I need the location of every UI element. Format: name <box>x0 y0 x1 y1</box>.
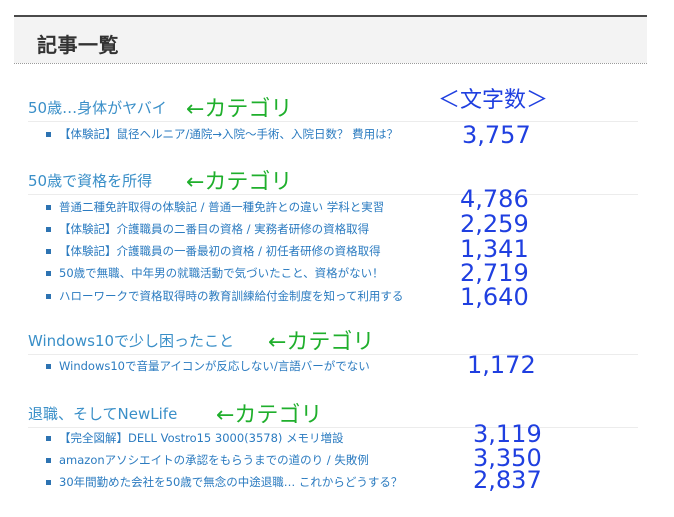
article-link[interactable]: 30年間勤めた会社を50歳で無念の中途退職… これからどうする？ <box>59 474 402 490</box>
bullet-icon <box>46 227 51 232</box>
category-section: 50歳…身体がヤバイ ←カテゴリ <box>28 97 638 122</box>
article-link[interactable]: 50歳で無職、中年男の就職活動で気づいたこと、資格がない！ <box>59 265 384 281</box>
article-link[interactable]: Windows10で音量アイコンが反応しない/言語バーがでない <box>59 358 370 374</box>
bullet-icon <box>46 205 51 210</box>
category-link[interactable]: 50歳で資格を所得 <box>28 170 152 191</box>
character-count: 2,837 <box>473 466 542 494</box>
article-link[interactable]: 【体験記】介護職員の二番目の資格 / 実務者研修の資格取得 <box>59 221 369 237</box>
category-annotation: ←カテゴリ <box>186 97 293 122</box>
category-annotation: ←カテゴリ <box>186 170 293 195</box>
category-divider <box>28 121 638 122</box>
bullet-icon <box>46 480 51 485</box>
character-count: 3,757 <box>462 121 531 149</box>
category-link[interactable]: Windows10で少し困ったこと <box>28 330 234 351</box>
category-divider <box>28 354 638 355</box>
category-divider <box>28 427 638 428</box>
category-annotation: ←カテゴリ <box>268 330 375 355</box>
article-link[interactable]: 【体験記】鼠径ヘルニア/通院→入院～手術、入院日数？ 費用は？ <box>59 126 398 142</box>
character-count: 2,259 <box>460 210 529 238</box>
article-link[interactable]: ハローワークで資格取得時の教育訓練給付金制度を知って利用する <box>59 288 403 304</box>
bullet-icon <box>46 436 51 441</box>
archive-header: 記事一覧 <box>14 15 647 63</box>
category-section: 50歳で資格を所得 ←カテゴリ <box>28 170 638 195</box>
bullet-icon <box>46 294 51 299</box>
bullet-icon <box>46 271 51 276</box>
category-divider <box>28 194 638 195</box>
character-count: 1,640 <box>460 283 529 311</box>
bullet-icon <box>46 458 51 463</box>
bullet-icon <box>46 132 51 137</box>
bullet-icon <box>46 364 51 369</box>
header-divider <box>14 63 647 64</box>
category-section: Windows10で少し困ったこと ←カテゴリ <box>28 330 638 355</box>
character-count: 4,786 <box>460 185 529 213</box>
bullet-icon <box>46 249 51 254</box>
category-link[interactable]: 50歳…身体がヤバイ <box>28 97 167 118</box>
page-title: 記事一覧 <box>37 33 119 57</box>
article-link[interactable]: amazonアソシエイトの承認をもらうまでの道のり / 失敗例 <box>59 452 369 468</box>
article-link[interactable]: 【完全図解】DELL Vostro15 3000(3578) メモリ増設 <box>59 430 344 446</box>
article-link[interactable]: 普通二種免許取得の体験記 / 普通一種免許との違い 学科と実習 <box>59 199 384 215</box>
category-section: 退職、そしてNewLife ←カテゴリ <box>28 403 638 428</box>
character-count: 1,172 <box>467 351 536 379</box>
category-link[interactable]: 退職、そしてNewLife <box>28 403 177 424</box>
article-link[interactable]: 【体験記】介護職員の一番最初の資格 / 初任者研修の資格取得 <box>59 243 381 259</box>
category-annotation: ←カテゴリ <box>216 403 323 428</box>
